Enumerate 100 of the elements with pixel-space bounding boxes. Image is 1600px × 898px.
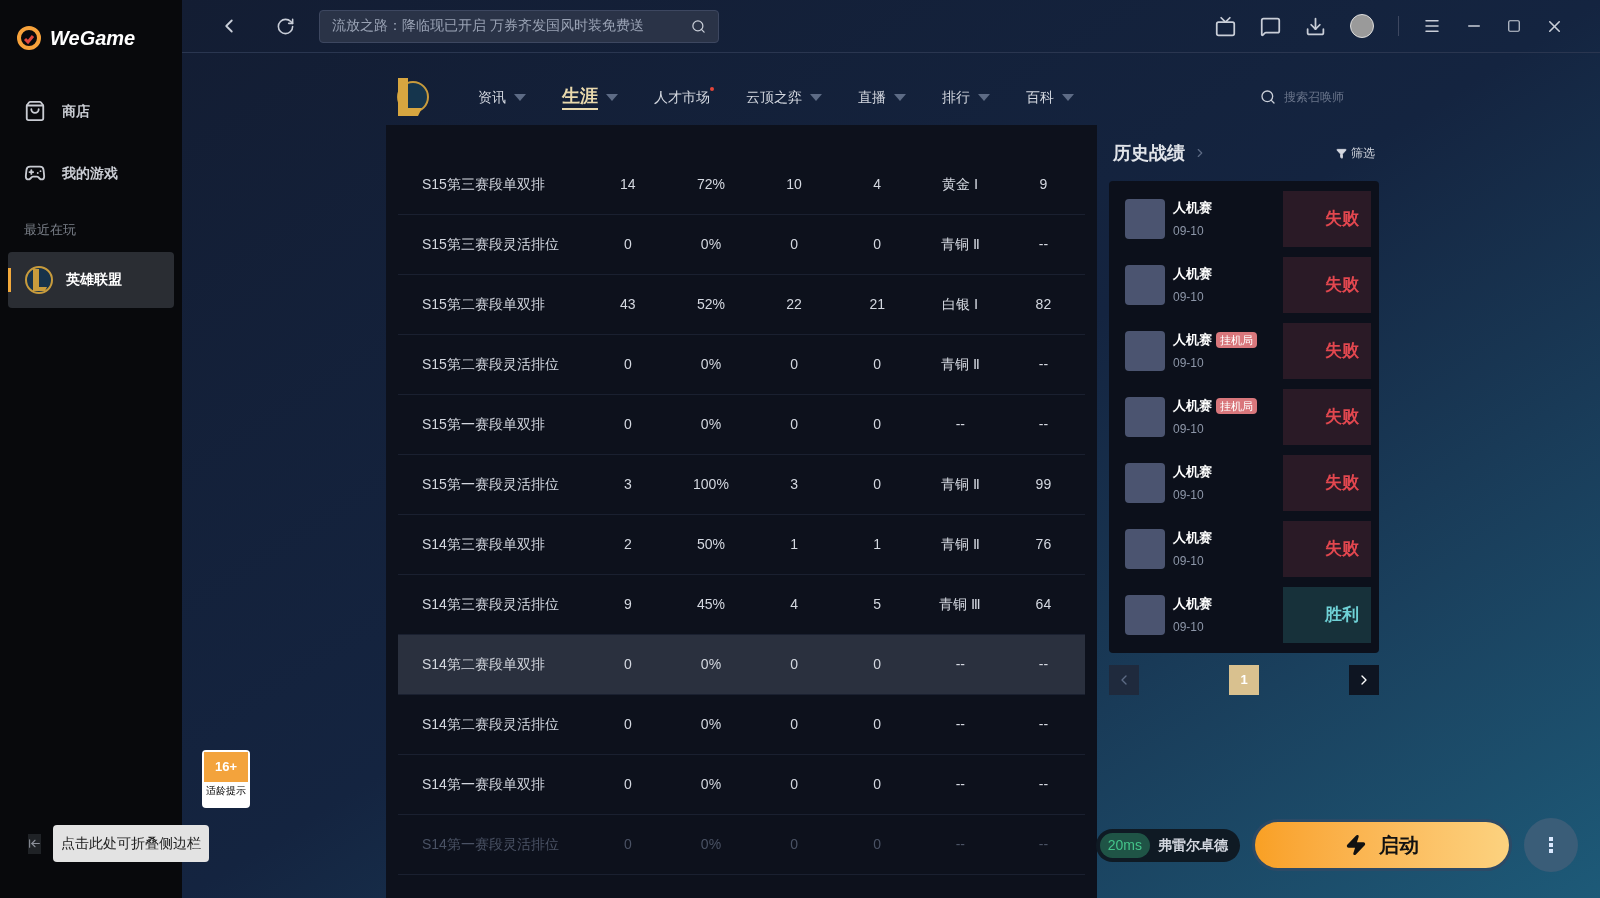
table-cell-text: S14第三赛段灵活排位 <box>422 595 560 614</box>
summoner-search-field[interactable]: 搜索召唤师 <box>1260 88 1370 106</box>
table-cell-text: 0% <box>699 775 723 794</box>
table-cell-text: 0 <box>622 655 633 674</box>
table-cell-text: 0 <box>872 655 883 674</box>
nav-tab[interactable]: 百科 <box>1026 86 1074 108</box>
table-row[interactable]: S14第二赛段灵活排位 0 0% 0 0 -- -- <box>398 695 1085 755</box>
match-result: 失败 <box>1283 389 1371 445</box>
match-mode: 人机赛 <box>1173 331 1212 350</box>
match-mode: 人机赛 <box>1173 397 1212 416</box>
champion-portrait <box>1125 331 1165 371</box>
server-selector[interactable]: 20ms 弗雷尔卓德 <box>1095 828 1240 862</box>
table-cell-text: 5 <box>872 595 883 614</box>
match-item[interactable]: 人机赛 09-10 失败 <box>1117 453 1371 513</box>
champion-portrait <box>1125 265 1165 305</box>
section-title: 最近在玩 <box>23 221 77 239</box>
sidebar-item[interactable]: 我的游戏 <box>8 146 174 200</box>
search-field[interactable]: 流放之路：降临现已开启 万券齐发国风时装免费送 <box>319 9 719 43</box>
table-cell-text: 0 <box>789 715 799 734</box>
table-cell-text: -- <box>1037 835 1050 854</box>
match-item[interactable]: 人机赛 09-10 失败 <box>1117 519 1371 579</box>
refresh-icon[interactable] <box>276 16 295 36</box>
table-cell-text: 22 <box>785 295 803 314</box>
match-item[interactable]: 人机赛 09-10 失败 <box>1117 189 1371 249</box>
launch-button[interactable]: 启动 <box>1252 819 1512 871</box>
table-row[interactable]: S14第二赛段单双排 0 0% 0 0 -- -- <box>398 635 1085 695</box>
game-logo-icon <box>24 264 54 295</box>
champion-portrait <box>1125 397 1165 437</box>
table-cell-text: 青铜 Ⅱ <box>939 475 981 494</box>
tv-icon[interactable] <box>1215 15 1236 37</box>
table-row[interactable]: S15第一赛段灵活排位 3 100% 3 0 青铜 Ⅱ 99 <box>398 455 1085 515</box>
table-row[interactable]: S15第三赛段单双排 14 72% 10 4 黄金 Ⅰ 9 <box>398 155 1085 215</box>
collapse-sidebar-button[interactable] <box>28 833 41 854</box>
table-row[interactable]: S15第一赛段单双排 0 0% 0 0 -- -- <box>398 395 1085 455</box>
table-cell-text: 50% <box>695 535 726 554</box>
table-cell-text: -- <box>1037 235 1050 254</box>
table-cell-text: 64 <box>1034 595 1053 614</box>
match-date: 09-10 <box>1173 420 1205 438</box>
match-mode: 人机赛 <box>1173 463 1212 482</box>
table-cell-text: 0 <box>872 775 883 794</box>
table-cell-text: 青铜 Ⅲ <box>938 595 983 614</box>
match-item[interactable]: 人机赛 挂机局 09-10 失败 <box>1117 321 1371 381</box>
match-item[interactable]: 人机赛 09-10 失败 <box>1117 255 1371 315</box>
tooltip: 点击此处可折叠侧边栏 <box>53 825 209 862</box>
champion-portrait <box>1125 595 1165 635</box>
table-cell-text: 0 <box>622 415 633 434</box>
recent-game-item[interactable]: 英雄联盟 <box>8 251 174 308</box>
avatar-icon[interactable] <box>1350 14 1374 38</box>
menu-icon[interactable] <box>1423 17 1441 35</box>
caret-icon <box>810 93 822 101</box>
table-cell-text: 0 <box>872 715 883 734</box>
match-item[interactable]: 人机赛 挂机局 09-10 失败 <box>1117 387 1371 447</box>
table-row[interactable]: S15第二赛段灵活排位 0 0% 0 0 青铜 Ⅱ -- <box>398 335 1085 395</box>
table-cell-text: S15第二赛段单双排 <box>422 295 546 314</box>
match-result: 胜利 <box>1283 587 1371 643</box>
table-cell-text: 3 <box>622 475 633 494</box>
table-cell-text: 0 <box>622 355 633 374</box>
table-cell-text: 白银 Ⅰ <box>941 295 980 314</box>
download-icon[interactable] <box>1305 15 1326 37</box>
table-cell-text: -- <box>1037 655 1050 674</box>
table-cell-text: S15第三赛段灵活排位 <box>422 235 560 254</box>
table-cell-text: 0% <box>699 355 723 374</box>
next-page-button[interactable] <box>1349 665 1379 695</box>
table-row[interactable]: S14第一赛段单双排 0 0% 0 0 -- -- <box>398 755 1085 815</box>
table-cell-text: 0 <box>872 835 883 854</box>
nav-tab[interactable]: 生涯 <box>562 84 618 110</box>
table-row[interactable]: S14第三赛段单双排 2 50% 1 1 青铜 Ⅱ 76 <box>398 515 1085 575</box>
nav-tab[interactable]: 资讯 <box>478 86 526 108</box>
table-cell-text: 0 <box>622 235 633 254</box>
afk-badge: 挂机局 <box>1216 397 1257 415</box>
chat-icon[interactable] <box>1260 15 1281 37</box>
table-cell-text: 0 <box>872 355 883 374</box>
table-cell-text: 43 <box>619 295 637 314</box>
table-cell-text: 2 <box>622 535 633 554</box>
table-cell-text: S14第一赛段单双排 <box>422 775 546 794</box>
filter-button[interactable]: 筛选 <box>1336 144 1375 162</box>
table-cell-text: -- <box>1037 775 1050 794</box>
table-cell-text: 0 <box>872 475 883 494</box>
table-cell-text: 0 <box>622 715 633 734</box>
caret-icon <box>978 93 990 101</box>
match-date: 09-10 <box>1173 618 1205 636</box>
match-item[interactable]: 人机赛 09-10 胜利 <box>1117 585 1371 645</box>
match-result: 失败 <box>1283 455 1371 511</box>
table-row[interactable]: S15第三赛段灵活排位 0 0% 0 0 青铜 Ⅱ -- <box>398 215 1085 275</box>
table-cell-text: 52% <box>695 295 726 314</box>
search-icon[interactable] <box>691 18 706 34</box>
maximize-icon[interactable] <box>1507 19 1521 33</box>
shopping-bag-icon <box>24 100 46 122</box>
nav-tab[interactable]: 排行 <box>942 86 990 108</box>
table-cell-text: 0 <box>789 775 799 794</box>
match-result: 失败 <box>1283 521 1371 577</box>
sidebar-item[interactable]: 商店 <box>8 84 174 138</box>
table-cell-text: -- <box>1037 415 1050 434</box>
nav-tab[interactable]: 直播 <box>858 86 906 108</box>
table-cell-text: 0 <box>789 355 799 374</box>
table-row[interactable]: S15第二赛段单双排 43 52% 22 21 白银 Ⅰ 82 <box>398 275 1085 335</box>
table-cell-text: 0 <box>622 775 633 794</box>
nav-tab[interactable]: 云顶之弈 <box>746 86 822 108</box>
table-cell-text: 青铜 Ⅱ <box>939 535 981 554</box>
server-name: 弗雷尔卓德 <box>1158 835 1228 855</box>
